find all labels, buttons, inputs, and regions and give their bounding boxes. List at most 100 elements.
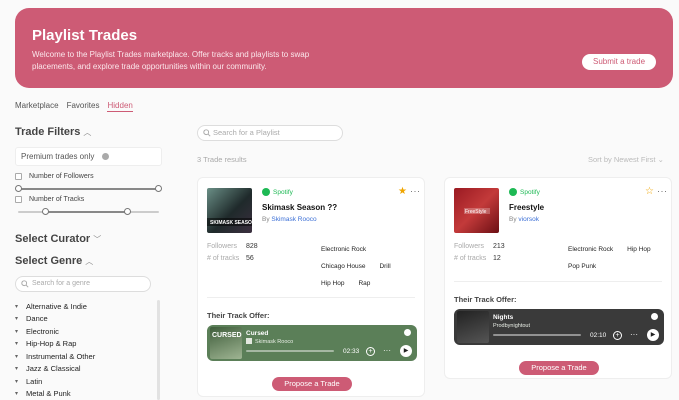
favorite-star-icon[interactable]: ★ bbox=[398, 186, 407, 197]
followers-slider-min-handle[interactable] bbox=[15, 185, 22, 192]
cover-artwork: CURSED bbox=[212, 332, 242, 339]
select-genre-heading[interactable]: Select Genre ︿ bbox=[15, 255, 93, 267]
track-time: 02:10 bbox=[590, 332, 607, 339]
genre-tag: Drill bbox=[379, 263, 391, 270]
chevron-down-icon: ▾ bbox=[15, 353, 19, 360]
chevron-up-icon: ︿ bbox=[83, 128, 92, 137]
genre-tag: Hip Hop bbox=[321, 280, 345, 287]
chevron-down-icon: ▾ bbox=[15, 378, 19, 385]
curator-link[interactable]: viorsok bbox=[518, 216, 539, 223]
genre-item[interactable]: ▾ Electronic bbox=[15, 325, 95, 338]
chevron-down-icon: ▾ bbox=[15, 391, 19, 398]
followers-label: Followers bbox=[207, 243, 237, 250]
genre-tag: Electronic Rock bbox=[321, 246, 367, 253]
playlist-name[interactable]: Freestyle bbox=[509, 203, 544, 212]
add-track-icon[interactable]: + bbox=[366, 347, 375, 356]
genre-list: ▾ Alternative & Indie ▾ Dance ▾ Electronic … bbox=[15, 300, 95, 400]
track-time: 02:33 bbox=[343, 348, 360, 355]
tab-marketplace[interactable]: Marketplace bbox=[15, 101, 59, 112]
followers-slider-max-handle[interactable] bbox=[155, 185, 162, 192]
chevron-down-icon: ﹀ bbox=[93, 235, 102, 244]
tracks-checkbox[interactable] bbox=[15, 196, 22, 203]
track-progress[interactable] bbox=[493, 334, 581, 336]
tracks-slider-min-handle[interactable] bbox=[42, 208, 49, 215]
playlist-name[interactable]: Skimask Season ?? bbox=[262, 203, 337, 212]
tracks-slider-max-handle[interactable] bbox=[124, 208, 131, 215]
curator-link[interactable]: Skimask Rooco bbox=[271, 216, 316, 223]
tracks-slider-range bbox=[45, 211, 127, 213]
spotify-icon bbox=[509, 188, 517, 196]
genre-item[interactable]: ▾ Hip-Hop & Rap bbox=[15, 338, 95, 351]
playlist-search-input[interactable]: Search for a Playlist bbox=[197, 125, 343, 141]
track-cover bbox=[457, 311, 489, 343]
chevron-down-icon: ▾ bbox=[15, 303, 19, 310]
followers-checkbox[interactable] bbox=[15, 173, 22, 180]
more-options-icon[interactable]: ··· bbox=[657, 186, 668, 196]
genre-item[interactable]: ▾ Jazz & Classical bbox=[15, 363, 95, 376]
followers-label: Followers bbox=[454, 243, 484, 250]
spotify-badge: Spotify bbox=[262, 188, 293, 196]
followers-slider[interactable] bbox=[15, 185, 162, 192]
genre-tags: Electronic Rock Hip Hop Pop Punk bbox=[564, 244, 664, 273]
propose-trade-button[interactable]: Propose a Trade bbox=[272, 377, 352, 391]
more-options-icon[interactable]: ··· bbox=[630, 330, 638, 339]
genre-search-input[interactable]: Search for a genre bbox=[15, 276, 151, 292]
track-cover: CURSED bbox=[210, 327, 242, 359]
more-options-icon[interactable]: ··· bbox=[383, 346, 391, 355]
spotify-icon bbox=[262, 188, 270, 196]
playlist-cover[interactable]: SKIMASK SEASON bbox=[207, 188, 256, 233]
track-artist: Prodbynightout bbox=[493, 323, 530, 329]
genre-tag: Electronic Rock bbox=[568, 246, 614, 253]
favorite-star-icon[interactable]: ☆ bbox=[645, 186, 654, 197]
svg-text:CURSED: CURSED bbox=[212, 332, 242, 339]
chevron-down-icon: ▾ bbox=[15, 316, 19, 323]
tracks-filter[interactable]: Number of Tracks bbox=[15, 196, 84, 203]
track-offer-label: Their Track Offer: bbox=[454, 295, 517, 304]
playlist-cover[interactable]: FreeStyle bbox=[454, 188, 499, 233]
add-track-icon[interactable]: + bbox=[613, 331, 622, 340]
tab-hidden[interactable]: Hidden bbox=[107, 101, 133, 112]
cover-artwork: FreeStyle bbox=[464, 208, 490, 215]
genre-item[interactable]: ▾ Latin bbox=[15, 375, 95, 388]
genre-item[interactable]: ▾ Metal & Punk bbox=[15, 388, 95, 400]
propose-trade-button[interactable]: Propose a Trade bbox=[519, 361, 599, 375]
track-player: CURSED Cursed Skimask Rooco 02:33 + ··· … bbox=[207, 325, 417, 361]
genre-item[interactable]: ▾ Alternative & Indie bbox=[15, 300, 95, 313]
genre-search-placeholder: Search for a genre bbox=[32, 280, 90, 287]
select-genre-title: Select Genre bbox=[15, 255, 83, 267]
followers-filter[interactable]: Number of Followers bbox=[15, 173, 94, 180]
cover-artwork: SKIMASK SEASON bbox=[207, 218, 256, 226]
trade-filters-heading[interactable]: Trade Filters ︿ bbox=[15, 126, 91, 138]
results-count: 3 Trade results bbox=[197, 155, 247, 164]
genre-tag: Pop Punk bbox=[568, 263, 597, 270]
divider bbox=[454, 281, 662, 282]
sort-dropdown[interactable]: Sort by Newest First ⌄ bbox=[588, 155, 664, 164]
track-title: Cursed bbox=[246, 330, 269, 337]
svg-text:SKIMASK SEASON: SKIMASK SEASON bbox=[210, 220, 252, 226]
genre-scrollbar[interactable] bbox=[157, 300, 160, 400]
page-title: Playlist Trades bbox=[32, 27, 138, 44]
submit-trade-button[interactable]: Submit a trade bbox=[582, 54, 656, 70]
genre-tag: Hip Hop bbox=[627, 246, 651, 253]
genre-item[interactable]: ▾ Instrumental & Other bbox=[15, 350, 95, 363]
track-progress[interactable] bbox=[246, 350, 334, 352]
tracks-filter-label: Number of Tracks bbox=[29, 196, 85, 203]
track-offer-label: Their Track Offer: bbox=[207, 311, 270, 320]
play-icon[interactable]: ▶ bbox=[400, 345, 412, 357]
search-icon bbox=[21, 280, 29, 288]
chevron-down-icon: ▾ bbox=[15, 328, 19, 335]
spotify-icon bbox=[404, 329, 411, 336]
spotify-badge: Spotify bbox=[509, 188, 540, 196]
hero-banner: Playlist Trades Welcome to the Playlist … bbox=[15, 8, 673, 88]
premium-toggle[interactable] bbox=[102, 153, 109, 160]
tracks-slider[interactable] bbox=[18, 208, 159, 215]
followers-count: 213 bbox=[493, 243, 505, 250]
trade-filters-title: Trade Filters bbox=[15, 126, 81, 138]
select-curator-heading[interactable]: Select Curator ﹀ bbox=[15, 233, 101, 245]
play-icon[interactable]: ▶ bbox=[647, 329, 659, 341]
more-options-icon[interactable]: ··· bbox=[410, 186, 421, 196]
tab-favorites[interactable]: Favorites bbox=[67, 101, 100, 112]
search-icon bbox=[203, 129, 211, 137]
genre-item[interactable]: ▾ Dance bbox=[15, 313, 95, 326]
premium-toggle-row[interactable]: Premium trades only bbox=[15, 147, 162, 166]
